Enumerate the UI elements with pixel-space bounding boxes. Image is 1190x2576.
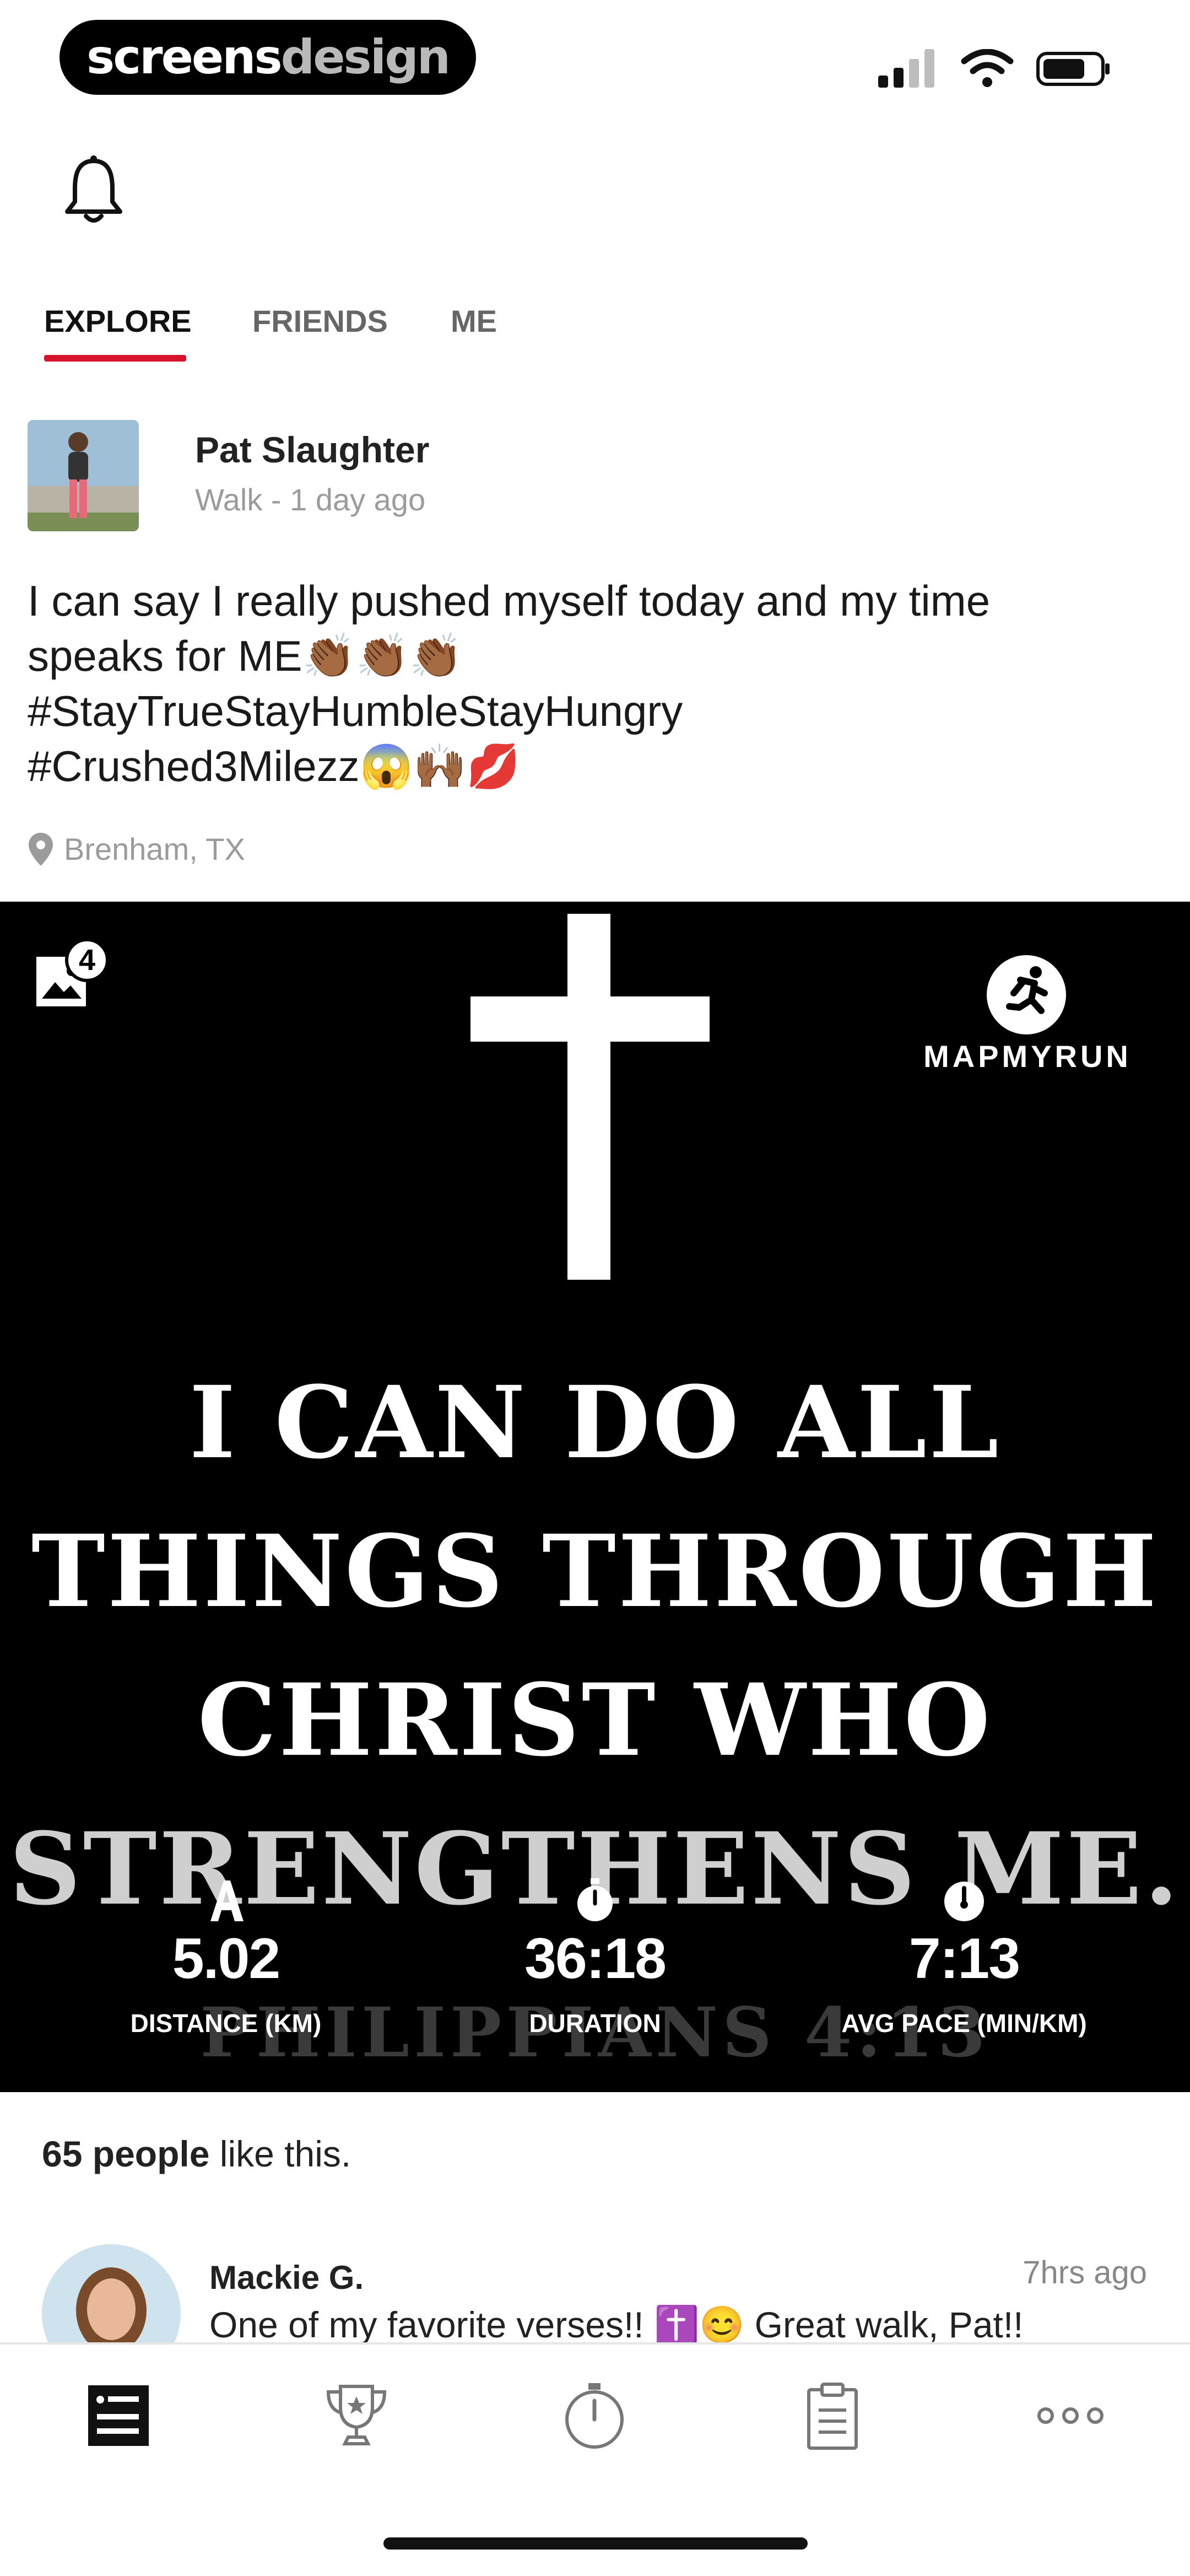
feed-icon (88, 2385, 149, 2446)
brand-text-left: screens (86, 30, 283, 85)
post-author-name[interactable]: Pat Slaughter (195, 429, 429, 471)
trophy-icon (326, 2385, 387, 2445)
stopwatch-icon (565, 2383, 624, 2449)
stat-duration-label: DURATION (529, 2009, 661, 2038)
runner-logo-icon (987, 955, 1066, 1034)
nav-more[interactable] (1035, 2380, 1106, 2451)
wifi-icon (961, 49, 1014, 87)
stat-distance-value: 5.02 (172, 1927, 280, 1991)
nav-training-plans[interactable] (797, 2380, 868, 2451)
tab-friends[interactable]: FRIENDS (252, 303, 388, 339)
stat-duration-value: 36:18 (524, 1927, 667, 1991)
cross-vertical (567, 914, 610, 1280)
photo-count-badge: 4 (65, 938, 109, 982)
cross-horizontal (470, 996, 710, 1042)
verse-line-2: THINGS THROUGH (31, 1513, 1159, 1630)
status-icons (878, 46, 1113, 90)
tab-me[interactable]: ME (451, 303, 497, 339)
gallery-badge[interactable]: 4 (34, 933, 117, 1015)
tab-explore[interactable]: EXPLORE (44, 303, 192, 339)
brand-watermark: screens design (60, 20, 476, 95)
comment-text: One of my favorite verses!! ✝️😊 Great wa… (209, 2304, 1024, 2345)
stat-pace: 7:13 AVG PACE (MIN/KM) (799, 1877, 1129, 2038)
verse-line-3: CHRIST WHO (197, 1662, 993, 1779)
clipboard-icon (807, 2383, 858, 2450)
stat-duration: 36:18 DURATION (430, 1877, 760, 2038)
home-indicator (383, 2537, 808, 2550)
pace-gauge-icon (944, 1882, 984, 1921)
stat-distance: 5.02 DISTANCE (KM) (61, 1877, 391, 2038)
post-location: Brenham, TX (28, 831, 245, 867)
more-icon (1037, 2407, 1104, 2424)
verse-line-1: I CAN DO ALL (189, 1365, 1001, 1481)
post-meta: Walk - 1 day ago (195, 482, 426, 517)
nav-feed[interactable] (83, 2380, 154, 2451)
battery-icon (1036, 52, 1110, 86)
comment-time: 7hrs ago (1023, 2255, 1147, 2291)
signal-icon (878, 49, 934, 88)
nav-record[interactable] (559, 2380, 630, 2451)
nav-challenges[interactable] (321, 2380, 392, 2451)
stat-pace-value: 7:13 (908, 1927, 1020, 1991)
bell-icon (65, 155, 122, 223)
brand-logo-text: MAPMYRUN (923, 1039, 1132, 1074)
location-text: Brenham, TX (64, 832, 245, 866)
notifications-button[interactable] (61, 154, 127, 226)
likes-count: 65 people (42, 2133, 210, 2174)
active-tab-indicator (44, 355, 186, 362)
brand-text-right: design (280, 30, 451, 85)
post-media[interactable]: 4 MAPMYRUN I CAN DO ALL THINGS THROUGH C… (0, 902, 1190, 2092)
stat-pace-label: AVG PACE (MIN/KM) (841, 2009, 1087, 2038)
likes-summary[interactable]: 65 people like this. (42, 2133, 351, 2175)
distance-icon (210, 1880, 244, 1921)
post-caption: I can say I really pushed myself today a… (28, 576, 991, 790)
stat-distance-label: DISTANCE (KM) (130, 2009, 322, 2038)
post-author-avatar[interactable] (28, 420, 139, 531)
stopwatch-icon (577, 1878, 613, 1921)
likes-suffix: like this. (209, 2133, 351, 2174)
commenter-name[interactable]: Mackie G. (209, 2259, 364, 2297)
location-pin-icon (29, 832, 53, 866)
